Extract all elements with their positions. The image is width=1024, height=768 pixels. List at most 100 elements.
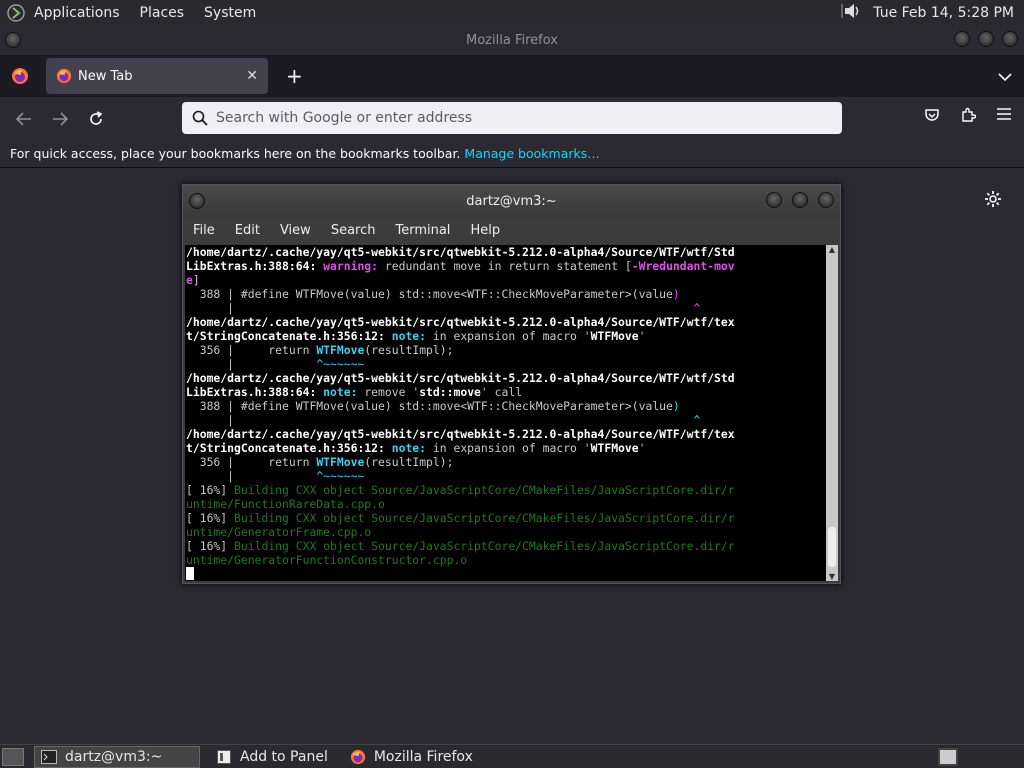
terminal-menu-edit[interactable]: Edit xyxy=(235,223,260,238)
terminal-text: 356 | return xyxy=(186,343,317,357)
terminal-text: ' call xyxy=(480,385,523,399)
terminal-line: | ^~~~~~~ xyxy=(186,469,827,483)
trash-icon[interactable] xyxy=(938,747,958,766)
terminal-text: ' xyxy=(638,329,646,343)
taskbar-item-label: Add to Panel xyxy=(240,748,328,765)
terminal-line: [ 16%] Building CXX object Source/JavaSc… xyxy=(186,511,827,525)
terminal-text: in expansion of macro ' xyxy=(432,329,591,343)
terminal-window[interactable]: dartz@vm3:~ File Edit View Search Termin… xyxy=(182,184,841,584)
terminal-text: 388 | #define WTFMove(value) std::move<W… xyxy=(186,399,673,413)
terminal-text: 356 | return xyxy=(186,455,317,469)
terminal-cursor xyxy=(186,567,194,580)
terminal-text: untime/GeneratorFrame.cpp.o xyxy=(186,525,372,539)
show-desktop-button[interactable] xyxy=(2,747,24,766)
terminal-output[interactable]: /home/dartz/.cache/yay/qt5-webkit/src/qt… xyxy=(185,245,827,581)
terminal-text: LibExtras.h:388:64: xyxy=(186,259,324,273)
forward-icon[interactable] xyxy=(42,111,78,127)
terminal-text: /home/dartz/.cache/yay/qt5-webkit/src/qt… xyxy=(186,245,735,259)
bookmarks-message: For quick access, place your bookmarks h… xyxy=(10,146,461,161)
pocket-icon[interactable] xyxy=(922,107,942,123)
terminal-text: std::move xyxy=(419,385,481,399)
terminal-line: [ 16%] Building CXX object Source/JavaSc… xyxy=(186,539,827,553)
terminal-line: /home/dartz/.cache/yay/qt5-webkit/src/qt… xyxy=(186,427,827,441)
terminal-close-button[interactable] xyxy=(818,192,834,208)
terminal-maximize-button[interactable] xyxy=(792,192,808,208)
terminal-text: e xyxy=(186,273,193,287)
clock[interactable]: Tue Feb 14, 5:28 PM xyxy=(873,5,1014,21)
extensions-icon[interactable] xyxy=(958,107,978,123)
taskbar-item-add-to-panel[interactable]: Add to Panel xyxy=(210,746,334,768)
back-icon[interactable] xyxy=(6,111,42,127)
minimize-button[interactable] xyxy=(954,31,970,47)
terminal-minimize-button[interactable] xyxy=(766,192,782,208)
firefox-view-icon[interactable] xyxy=(0,67,40,85)
terminal-text: untime/FunctionRareData.cpp.o xyxy=(186,497,385,511)
terminal-line: t/StringConcatenate.h:356:12: note: in e… xyxy=(186,441,827,455)
window-menu-button[interactable] xyxy=(5,32,21,48)
terminal-text: in expansion of macro ' xyxy=(432,441,591,455)
reload-icon[interactable] xyxy=(78,110,114,127)
terminal-menu-file[interactable]: File xyxy=(193,223,215,238)
list-all-tabs-icon[interactable] xyxy=(998,67,1012,86)
terminal-text: t/StringConcatenate.h:356:12: xyxy=(186,329,392,343)
terminal-line: /home/dartz/.cache/yay/qt5-webkit/src/qt… xyxy=(186,245,827,259)
terminal-text: /home/dartz/.cache/yay/qt5-webkit/src/qt… xyxy=(186,427,735,441)
terminal-menu-view[interactable]: View xyxy=(280,223,311,238)
tab-new-tab[interactable]: New Tab ✕ xyxy=(46,58,268,94)
terminal-line: 356 | return WTFMove(resultImpl); xyxy=(186,455,827,469)
terminal-icon xyxy=(41,749,57,764)
terminal-menu-terminal[interactable]: Terminal xyxy=(395,223,450,238)
bookmarks-toolbar: For quick access, place your bookmarks h… xyxy=(0,140,1024,168)
applications-menu[interactable]: Applications xyxy=(34,5,120,21)
terminal-text: ] xyxy=(192,273,200,287)
scrollbar-thumb[interactable] xyxy=(828,527,836,567)
window-titlebar[interactable]: Mozilla Firefox xyxy=(0,25,1024,55)
terminal-text: | xyxy=(186,413,694,427)
terminal-title: dartz@vm3:~ xyxy=(466,193,557,209)
terminal-text: WTFMove xyxy=(316,455,365,469)
distro-logo-icon[interactable] xyxy=(6,3,26,23)
new-tab-button[interactable]: + xyxy=(286,64,303,88)
terminal-menu-search[interactable]: Search xyxy=(331,223,376,238)
terminal-line: t/StringConcatenate.h:356:12: note: in e… xyxy=(186,329,827,343)
maximize-button[interactable] xyxy=(978,31,994,47)
terminal-window-menu-button[interactable] xyxy=(189,193,205,209)
terminal-line: | ^ xyxy=(186,413,827,427)
terminal-line: untime/GeneratorFrame.cpp.o xyxy=(186,525,827,539)
taskbar-item-firefox[interactable]: Mozilla Firefox xyxy=(344,746,479,768)
terminal-text: | xyxy=(186,469,317,483)
terminal-titlebar[interactable]: dartz@vm3:~ xyxy=(183,185,840,217)
url-bar[interactable]: Search with Google or enter address xyxy=(182,102,842,134)
hamburger-menu-icon[interactable] xyxy=(994,107,1014,123)
terminal-line: /home/dartz/.cache/yay/qt5-webkit/src/qt… xyxy=(186,371,827,385)
terminal-text: ' xyxy=(638,441,646,455)
close-button[interactable] xyxy=(1002,31,1018,47)
close-tab-icon[interactable]: ✕ xyxy=(246,68,258,84)
terminal-menu-help[interactable]: Help xyxy=(470,223,500,238)
manage-bookmarks-link[interactable]: Manage bookmarks… xyxy=(464,146,599,161)
terminal-line: 388 | #define WTFMove(value) std::move<W… xyxy=(186,287,827,301)
gear-icon[interactable] xyxy=(984,190,1002,212)
terminal-line: | ^~~~~~~ xyxy=(186,357,827,371)
terminal-line: 356 | return WTFMove(resultImpl); xyxy=(186,343,827,357)
taskbar-item-terminal[interactable]: dartz@vm3:~ xyxy=(34,745,200,768)
terminal-text: t/StringConcatenate.h:356:12: xyxy=(186,441,392,455)
terminal-text: ^~~~~~~ xyxy=(316,357,365,371)
terminal-line: /home/dartz/.cache/yay/qt5-webkit/src/qt… xyxy=(186,315,827,329)
system-menu[interactable]: System xyxy=(204,5,256,21)
terminal-text: untime/GeneratorFunctionConstructor.cpp.… xyxy=(186,553,468,567)
terminal-text: (resultImpl); xyxy=(364,343,454,357)
scroll-up-arrow-icon[interactable]: ▲ xyxy=(826,245,838,254)
terminal-text: note: xyxy=(323,385,365,399)
panel-icon xyxy=(216,749,232,764)
terminal-scrollbar[interactable]: ▲ ▼ xyxy=(826,245,838,581)
tab-bar: New Tab ✕ + xyxy=(0,55,1024,97)
places-menu[interactable]: Places xyxy=(140,5,185,21)
terminal-text: [ 16%] xyxy=(186,511,235,525)
volume-icon[interactable] xyxy=(841,2,863,24)
scroll-down-arrow-icon[interactable]: ▼ xyxy=(826,572,838,581)
terminal-text: ^~~~~~~ xyxy=(316,469,365,483)
bottom-panel: dartz@vm3:~ Add to Panel Mozilla Firefox xyxy=(0,744,1024,768)
terminal-text: ^ xyxy=(693,301,701,315)
terminal-text: note: xyxy=(391,329,433,343)
